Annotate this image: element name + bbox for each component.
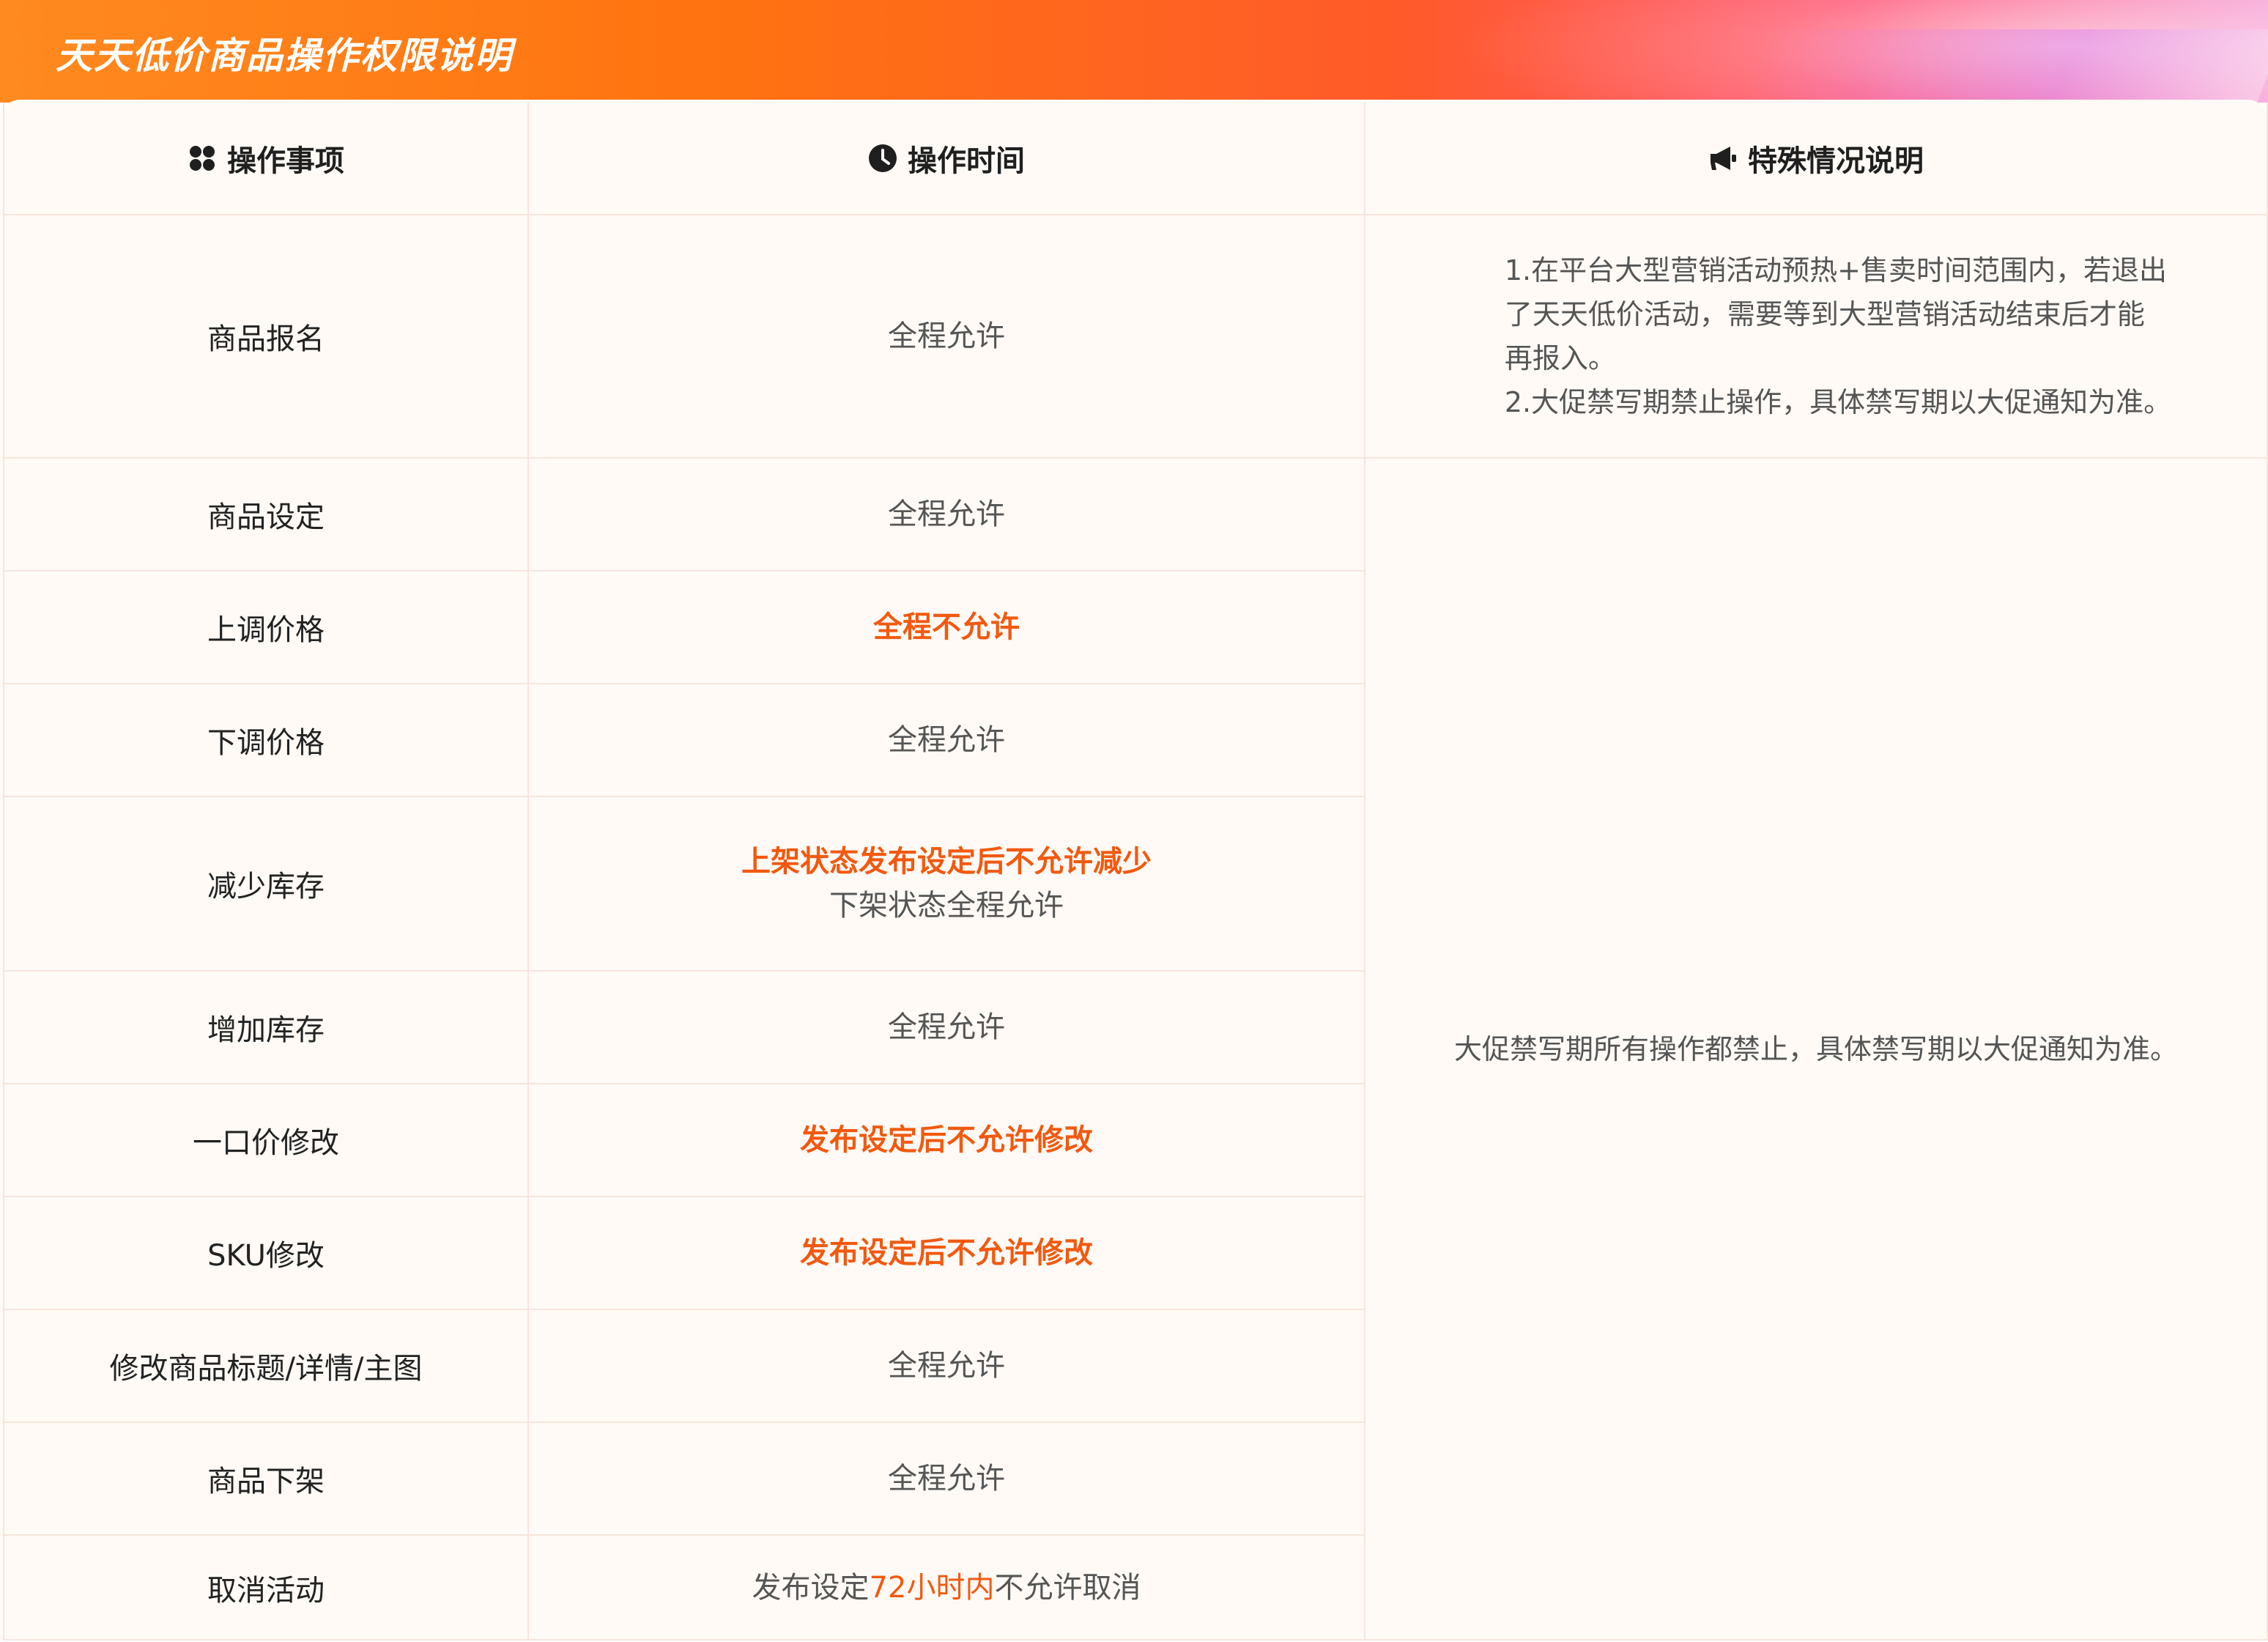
row-time-line: 上架状态发布设定后不允许减少 (741, 845, 1152, 879)
row-item: 商品下架 (4, 1423, 529, 1536)
note-cell-first: 1.在平台大型营销活动预热+售卖时间范围内，若退出 了天天低价活动，需要等到大型… (1365, 215, 2267, 459)
row-time-highlight: 72小时内 (869, 1570, 995, 1605)
row-time: 全程允许 (529, 215, 1365, 459)
row-time: 上架状态发布设定后不允许减少 下架状态全程允许 (529, 797, 1365, 972)
row-time: 全程不允许 (529, 572, 1365, 684)
row-item: 上调价格 (4, 572, 529, 684)
row-time: 全程允许 (529, 1423, 1365, 1536)
header-note-label: 特殊情况说明 (1748, 144, 1924, 178)
row-time: 全程允许 (529, 1310, 1365, 1423)
note-line: 了天天低价活动，需要等到大型营销活动结束后才能 (1504, 298, 2145, 330)
row-item: 商品设定 (4, 459, 529, 572)
note-cell-second: 大促禁写期所有操作都禁止，具体禁写期以大促通知为准。 (1365, 459, 2267, 1639)
row-item: SKU修改 (4, 1197, 529, 1310)
row-item: 一口价修改 (4, 1084, 529, 1197)
row-item: 商品报名 (4, 215, 529, 459)
note-line: 再报入。 (1504, 342, 1616, 374)
permission-table: 操作事项 操作时间 特殊情况说明 商品报名 全程允许 1.在平台大型营销活动预热… (3, 103, 2268, 1641)
note-line: 2.大促禁写期禁止操作，具体禁写期以大促通知为准。 (1504, 386, 2172, 418)
page-title: 天天低价商品操作权限说明 (56, 34, 513, 77)
row-time: 全程允许 (529, 972, 1365, 1084)
header-item: 操作事项 (4, 103, 529, 215)
row-time-line: 下架状态全程允许 (829, 889, 1064, 922)
row-time-pre: 发布设定 (752, 1570, 870, 1605)
row-item: 取消活动 (4, 1536, 529, 1639)
row-item: 修改商品标题/详情/主图 (4, 1310, 529, 1423)
row-time: 全程允许 (529, 684, 1365, 797)
header-note: 特殊情况说明 (1365, 103, 2267, 215)
clock-icon (869, 144, 897, 172)
page-header-banner: 天天低价商品操作权限说明 (0, 0, 2268, 103)
megaphone-icon (1711, 147, 1736, 170)
row-item: 增加库存 (4, 972, 529, 1084)
note-line: 1.在平台大型营销活动预热+售卖时间范围内，若退出 (1504, 254, 2167, 286)
note-first-text: 1.在平台大型营销活动预热+售卖时间范围内，若退出 了天天低价活动，需要等到大型… (1417, 248, 2215, 424)
header-time-label: 操作时间 (908, 144, 1025, 178)
header-time: 操作时间 (529, 103, 1365, 215)
row-time: 发布设定后不允许修改 (529, 1084, 1365, 1197)
row-time-post: 不允许取消 (994, 1570, 1141, 1605)
row-item: 下调价格 (4, 684, 529, 797)
row-time: 发布设定后不允许修改 (529, 1197, 1365, 1310)
row-item: 减少库存 (4, 797, 529, 972)
row-time: 全程允许 (529, 459, 1365, 572)
note-second-text: 大促禁写期所有操作都禁止，具体禁写期以大促通知为准。 (1453, 1032, 2178, 1065)
row-time: 发布设定 72小时内 不允许取消 (529, 1536, 1365, 1639)
grid-icon (190, 146, 215, 171)
header-item-label: 操作事项 (227, 144, 344, 178)
